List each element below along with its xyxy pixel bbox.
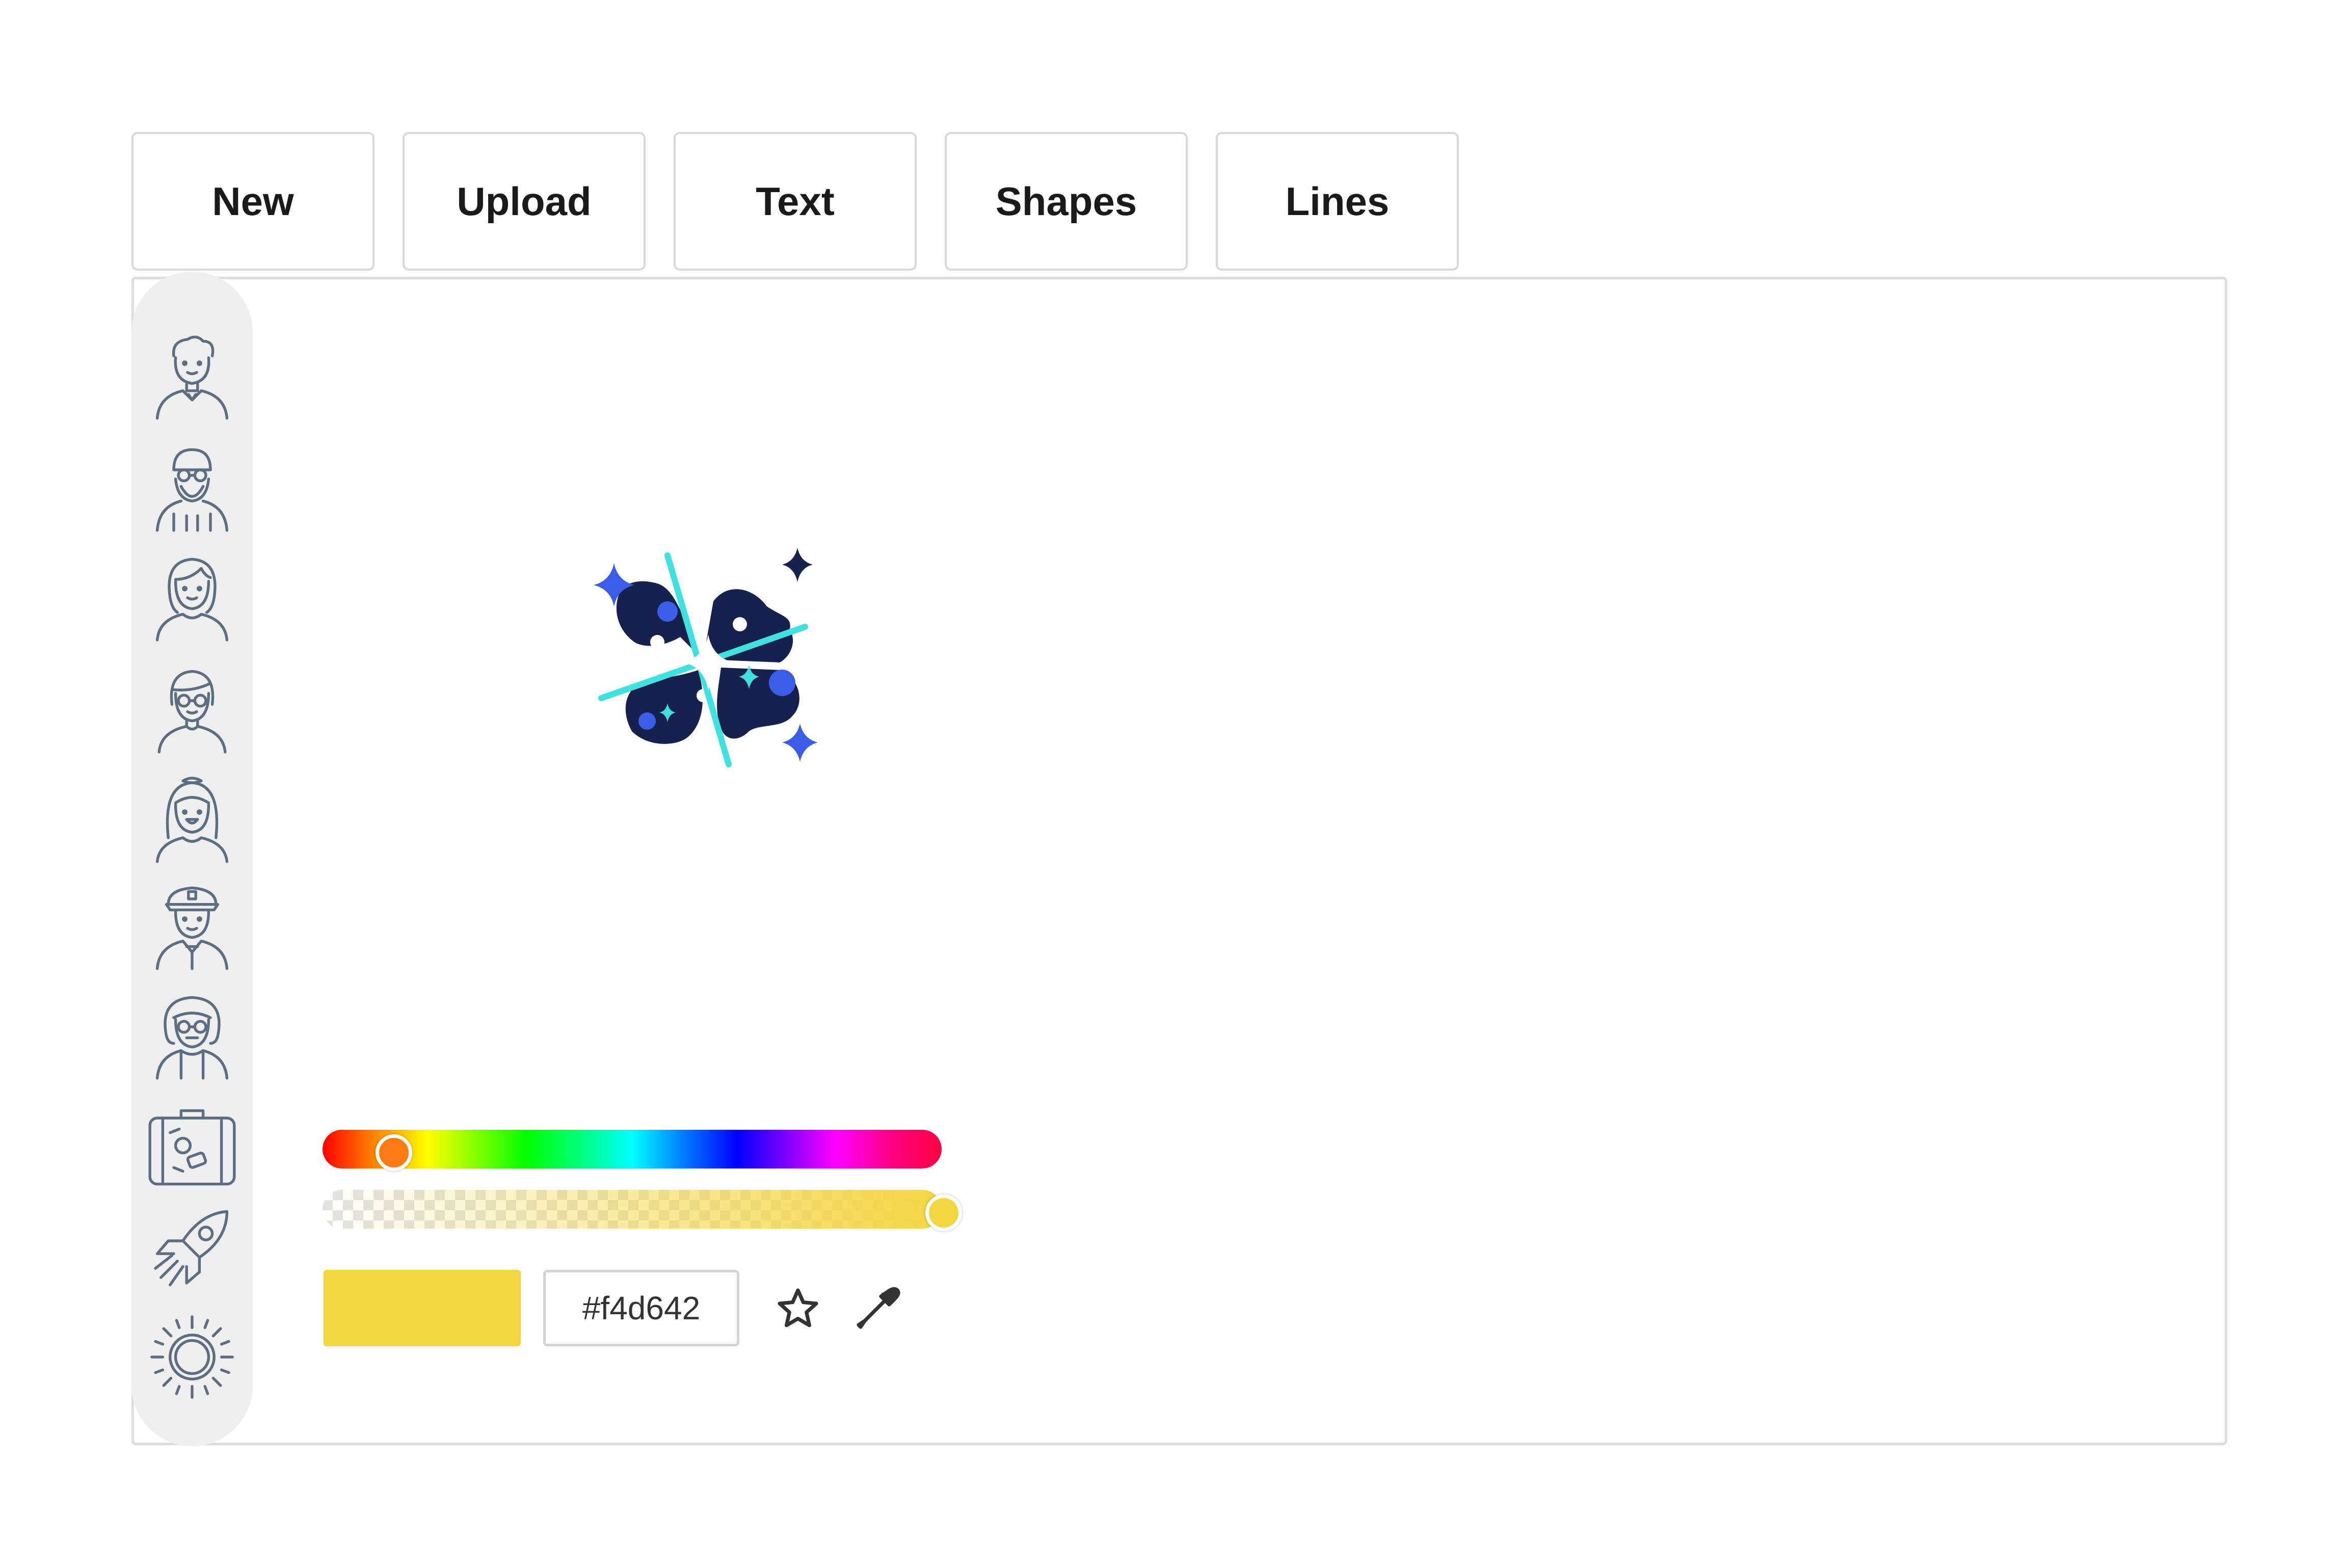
upload-button[interactable]: Upload bbox=[403, 132, 646, 271]
hex-color-input[interactable] bbox=[543, 1270, 739, 1346]
eyedropper-icon[interactable] bbox=[852, 1284, 901, 1333]
woman-avatar-icon[interactable] bbox=[131, 552, 253, 644]
bearded-man-avatar-icon[interactable] bbox=[131, 442, 253, 534]
sun-icon[interactable] bbox=[131, 1311, 253, 1403]
lines-button[interactable]: Lines bbox=[1216, 132, 1459, 271]
hue-slider-thumb[interactable] bbox=[376, 1134, 412, 1171]
alpha-slider[interactable] bbox=[323, 1190, 942, 1229]
shapes-button[interactable]: Shapes bbox=[945, 132, 1188, 271]
pilot-avatar-icon[interactable] bbox=[131, 881, 253, 972]
text-button[interactable]: Text bbox=[674, 132, 917, 271]
color-preview-swatch bbox=[324, 1270, 521, 1346]
new-button[interactable]: New bbox=[131, 132, 375, 271]
elderly-woman-avatar-icon[interactable] bbox=[131, 990, 253, 1082]
suitcase-icon[interactable] bbox=[131, 1100, 253, 1191]
alpha-gradient bbox=[323, 1190, 942, 1229]
hue-slider[interactable] bbox=[323, 1130, 942, 1168]
galaxy-sparkle-sticker[interactable] bbox=[591, 540, 831, 780]
alpha-slider-thumb[interactable] bbox=[925, 1194, 962, 1231]
woman-with-glasses-avatar-icon[interactable] bbox=[131, 664, 253, 756]
girl-avatar-icon[interactable] bbox=[131, 774, 253, 865]
rocket-icon[interactable] bbox=[131, 1204, 253, 1296]
boy-avatar-icon[interactable] bbox=[131, 330, 253, 422]
sidebar bbox=[131, 272, 253, 1446]
star-icon[interactable] bbox=[773, 1284, 822, 1333]
color-picker bbox=[295, 1101, 962, 1386]
